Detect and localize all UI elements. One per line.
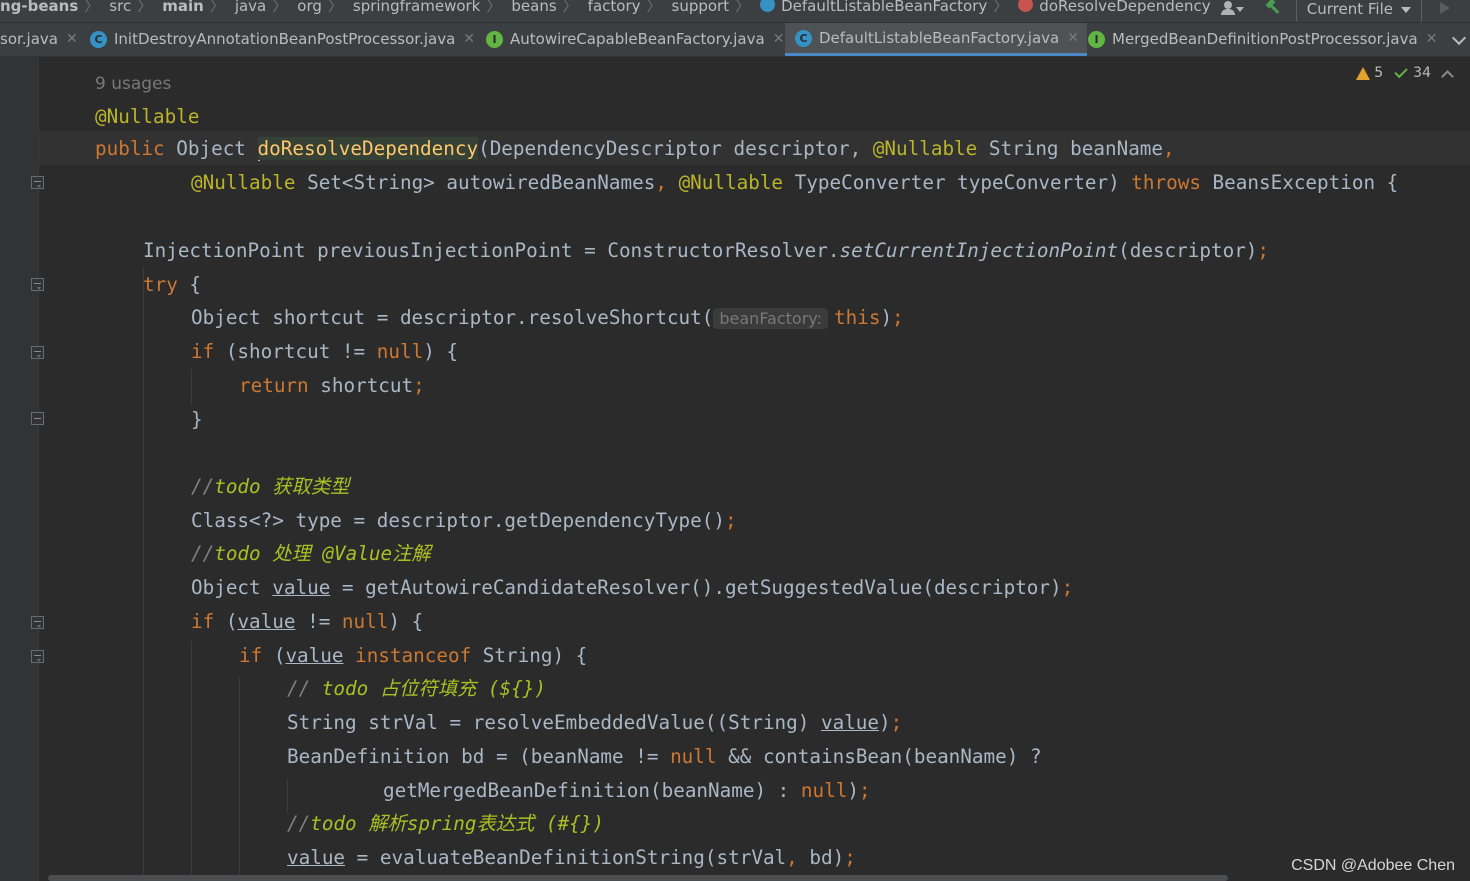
code-line: return shortcut;: [239, 374, 425, 397]
hammer-icon[interactable]: [1264, 0, 1282, 17]
code-line: //todo 处理 @Value注解: [191, 542, 431, 565]
code-line: String strVal = resolveEmbeddedValue((St…: [287, 711, 903, 734]
user-icon[interactable]: [1220, 0, 1246, 17]
tab-label: AutowireCapableBeanFactory.java: [510, 30, 765, 48]
run-icon[interactable]: [1440, 2, 1450, 14]
editor-gutter: [0, 57, 44, 881]
breadcrumb-item[interactable]: ng-beans: [0, 0, 78, 15]
code-line: 9 usages: [95, 71, 171, 96]
breadcrumb-item[interactable]: factory: [588, 0, 641, 15]
breadcrumb-item[interactable]: springframework: [353, 0, 480, 15]
breadcrumb-item[interactable]: src: [109, 0, 131, 15]
breadcrumb-item[interactable]: DefaultListableBeanFactory: [781, 0, 987, 15]
breadcrumb-item[interactable]: support: [672, 0, 730, 15]
navigation-bar: ng-beans 〉 src 〉 main 〉 java 〉 org 〉 springfr…: [0, 0, 1470, 23]
code-line: if (shortcut != null) {: [191, 340, 459, 363]
code-line: @Nullable: [95, 105, 200, 128]
horizontal-scrollbar[interactable]: [48, 875, 1228, 881]
close-icon[interactable]: ✕: [1067, 23, 1079, 54]
tab-init-destroy[interactable]: C InitDestroyAnnotationBeanPostProcessor…: [90, 23, 475, 56]
run-config-select[interactable]: Current File: [1295, 0, 1422, 22]
code-line: BeanDefinition bd = (beanName != null &&…: [287, 745, 1042, 768]
toolbar-right: Current File: [1220, 0, 1470, 22]
breadcrumb-item[interactable]: doResolveDependency: [1039, 0, 1210, 15]
check-icon: [1394, 64, 1408, 78]
editor-tabs: sor.java ✕ C InitDestroyAnnotationBeanPos…: [0, 23, 1470, 57]
code-line: //todo 获取类型: [191, 475, 350, 498]
code-line: Object shortcut = descriptor.resolveShor…: [191, 306, 904, 329]
usages-hint[interactable]: 9 usages: [95, 74, 171, 94]
tab-label: DefaultListableBeanFactory.java: [819, 28, 1060, 47]
chevron-up-icon[interactable]: [1441, 69, 1454, 83]
close-icon[interactable]: ✕: [463, 24, 475, 55]
close-icon[interactable]: ✕: [66, 24, 78, 55]
tab-label: InitDestroyAnnotationBeanPostProcessor.j…: [114, 30, 456, 48]
close-icon[interactable]: ✕: [773, 24, 785, 55]
code-line: Class<?> type = descriptor.getDependency…: [191, 509, 737, 532]
tab-label: sor.java: [0, 30, 58, 48]
code-editor[interactable]: 5 34 9 usages @Nullable public Object do…: [39, 57, 1470, 881]
tab-sor[interactable]: sor.java ✕: [0, 23, 78, 56]
chevron-down-icon[interactable]: [1451, 30, 1467, 46]
close-icon[interactable]: ✕: [1426, 24, 1438, 55]
interface-icon: I: [1088, 31, 1105, 48]
inspection-widget[interactable]: 5 34: [1356, 64, 1454, 83]
tab-merged-bean-def[interactable]: I MergedBeanDefinitionPostProcessor.java…: [1088, 23, 1437, 56]
tab-label: MergedBeanDefinitionPostProcessor.java: [1112, 30, 1418, 48]
warning-icon: [1356, 66, 1371, 80]
code-line: try {: [143, 273, 202, 296]
class-icon: C: [90, 31, 107, 48]
breadcrumb-item[interactable]: main: [162, 0, 204, 15]
run-config-label: Current File: [1306, 0, 1393, 18]
class-icon: C: [795, 29, 812, 47]
parameter-hint: beanFactory:: [713, 308, 828, 329]
code-line: getMergedBeanDefinition(beanName) : null…: [383, 779, 871, 802]
interface-icon: I: [486, 31, 503, 48]
watermark: CSDN @Adobee Chen: [1291, 857, 1455, 874]
tab-default-listable[interactable]: C DefaultListableBeanFactory.java ✕: [785, 23, 1087, 56]
code-line: public Object doResolveDependency(Depend…: [95, 137, 1175, 161]
code-line: if (value instanceof String) {: [239, 644, 588, 667]
breadcrumb-item[interactable]: java: [235, 0, 266, 15]
breadcrumb: ng-beans 〉 src 〉 main 〉 java 〉 org 〉 springfr…: [0, 0, 1217, 16]
tab-autowire-capable[interactable]: I AutowireCapableBeanFactory.java ✕: [486, 23, 784, 56]
breadcrumb-item[interactable]: beans: [511, 0, 556, 15]
code-line: if (value != null) {: [191, 610, 424, 633]
class-icon: [760, 0, 776, 12]
code-line: @Nullable Set<String> autowiredBeanNames…: [191, 171, 1399, 194]
code-line: // todo 占位符填充 (${}): [287, 677, 546, 700]
code-line: //todo 解析spring表达式 (#{}): [287, 812, 604, 835]
check-count: 34: [1413, 65, 1431, 81]
chevron-down-icon: [1401, 7, 1411, 13]
code-line: value = evaluateBeanDefinitionString(str…: [287, 846, 856, 869]
breadcrumb-item[interactable]: org: [297, 0, 322, 15]
code-line: Object value = getAutowireCandidateResol…: [191, 576, 1074, 599]
code-line: }: [191, 408, 203, 431]
code-line: InjectionPoint previousInjectionPoint = …: [143, 239, 1270, 262]
warning-count: 5: [1374, 65, 1384, 81]
method-icon: [1018, 0, 1034, 12]
